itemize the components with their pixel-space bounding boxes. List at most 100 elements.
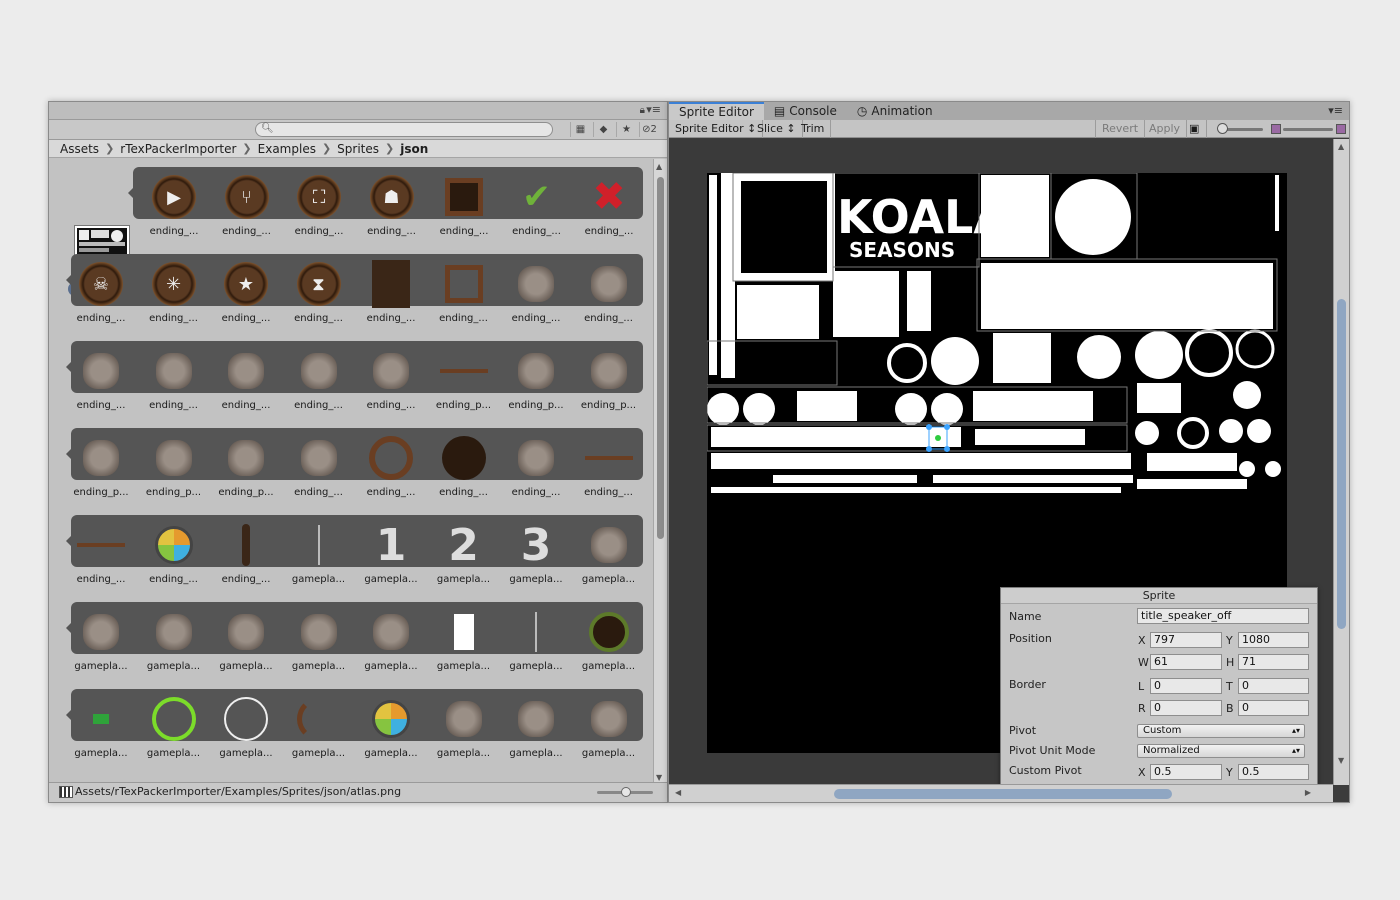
row-expand-icon[interactable] [128, 187, 134, 199]
asset-item[interactable]: ✔ ending_... [502, 169, 572, 257]
asset-item[interactable]: gamepla... [356, 691, 426, 779]
asset-item[interactable]: ending_p... [211, 430, 281, 518]
asset-item[interactable]: ending_... [66, 343, 136, 431]
asset-item[interactable]: gamepla... [429, 691, 499, 779]
asset-item[interactable]: gamepla... [139, 691, 209, 779]
breadcrumb-item-current[interactable]: json [400, 142, 428, 156]
filter-by-type-icon[interactable]: ▦ [570, 122, 590, 137]
scroll-right-icon[interactable]: ▶ [1305, 788, 1311, 797]
border-bottom-field[interactable]: 0 [1238, 700, 1309, 716]
asset-item[interactable]: ending_p... [501, 343, 571, 431]
tab-console[interactable]: ▤ Console [764, 102, 847, 120]
asset-item[interactable]: gamepla... [356, 604, 426, 692]
sprite-name-field[interactable]: title_speaker_off [1137, 608, 1309, 624]
asset-item[interactable]: ▶ ending_... [139, 169, 209, 257]
window-menu-icon[interactable]: ▾≡ [1328, 104, 1343, 117]
editor-vertical-scrollbar[interactable]: ▲ ▼ [1333, 139, 1349, 785]
asset-item[interactable]: ⛶ ending_... [284, 169, 354, 257]
position-x-field[interactable]: 797 [1150, 632, 1222, 648]
asset-item[interactable]: ending_... [66, 517, 136, 605]
asset-item[interactable]: gamepla... [66, 604, 136, 692]
mode-dropdown[interactable]: Sprite Editor ↕ [669, 120, 764, 138]
asset-item[interactable]: gamepla... [501, 604, 571, 692]
scrollbar-thumb[interactable] [657, 177, 664, 539]
height-field[interactable]: 71 [1238, 654, 1309, 670]
asset-item[interactable]: ending_... [211, 517, 281, 605]
asset-item[interactable]: 2 gamepla... [429, 517, 499, 605]
project-vertical-scrollbar[interactable]: ▲ ▼ [653, 159, 667, 784]
asset-item[interactable]: ending_... [501, 430, 571, 518]
asset-item[interactable]: 1 gamepla... [356, 517, 426, 605]
alpha-toggle-button[interactable]: ▣ [1183, 120, 1207, 138]
asset-item[interactable]: ending_... [356, 256, 426, 344]
revert-button[interactable]: Revert [1095, 120, 1146, 138]
favorite-star-icon[interactable]: ★ [616, 122, 636, 137]
asset-item[interactable]: gamepla... [574, 517, 644, 605]
asset-item[interactable]: gamepla... [574, 691, 644, 779]
asset-item[interactable]: gamepla... [429, 604, 499, 692]
icon-size-slider-knob[interactable] [621, 787, 631, 797]
editor-horizontal-scrollbar[interactable]: ◀ ▶ [669, 784, 1333, 802]
asset-item[interactable]: ending_... [284, 343, 354, 431]
asset-item[interactable]: ⑂ ending_... [212, 169, 282, 257]
asset-item[interactable]: ending_... [356, 430, 426, 518]
asset-item[interactable]: ending_p... [66, 430, 136, 518]
asset-item[interactable]: gamepla... [284, 604, 354, 692]
asset-item[interactable]: ending_... [356, 343, 426, 431]
asset-item[interactable]: ending_... [429, 256, 499, 344]
asset-item[interactable]: ending_... [429, 169, 499, 257]
asset-item[interactable]: ending_p... [574, 343, 644, 431]
border-right-field[interactable]: 0 [1150, 700, 1222, 716]
sprite-canvas-area[interactable]: KOALA SEASONS Sprite Name title_speaker_… [669, 139, 1333, 785]
lock-icon[interactable]: 🔒︎ [640, 105, 645, 116]
pivot-unit-mode-dropdown[interactable]: Normalized ▴▾ [1137, 744, 1305, 758]
asset-item[interactable]: ending_p... [429, 343, 499, 431]
breadcrumb-item[interactable]: rTexPackerImporter [120, 142, 236, 156]
scrollbar-thumb[interactable] [1337, 299, 1346, 629]
asset-item[interactable]: ending_p... [139, 430, 209, 518]
asset-item[interactable]: gamepla... [211, 691, 281, 779]
asset-item[interactable]: ending_... [211, 343, 281, 431]
search-input[interactable]: 🔍︎ [255, 122, 553, 137]
asset-item[interactable]: gamepla... [139, 604, 209, 692]
border-left-field[interactable]: 0 [1150, 678, 1222, 694]
breadcrumb-item[interactable]: Sprites [337, 142, 379, 156]
asset-item[interactable]: gamepla... [574, 604, 644, 692]
scroll-down-icon[interactable]: ▼ [656, 773, 662, 782]
width-field[interactable]: 61 [1150, 654, 1222, 670]
scroll-up-icon[interactable]: ▲ [1338, 142, 1344, 151]
asset-item[interactable]: ending_... [574, 256, 644, 344]
trim-button[interactable]: Trim [795, 120, 832, 138]
asset-item[interactable]: ✳ ending_... [139, 256, 209, 344]
asset-item[interactable]: ending_... [429, 430, 499, 518]
asset-item[interactable]: gamepla... [66, 691, 136, 779]
asset-item[interactable]: gamepla... [284, 517, 354, 605]
asset-item[interactable]: ending_... [284, 430, 354, 518]
breadcrumb-item[interactable]: Examples [258, 142, 316, 156]
border-top-field[interactable]: 0 [1238, 678, 1309, 694]
hidden-packages-button[interactable]: ⊘ 2 [639, 122, 659, 137]
asset-item[interactable]: gamepla... [284, 691, 354, 779]
asset-item[interactable]: ☠ ending_... [66, 256, 136, 344]
custom-pivot-y-field[interactable]: 0.5 [1238, 764, 1309, 780]
tab-sprite-editor[interactable]: Sprite Editor [669, 102, 764, 120]
tab-animation[interactable]: ◷ Animation [847, 102, 943, 120]
window-menu-icon[interactable]: ▾≡ [646, 103, 661, 116]
zoom-slider-knob[interactable] [1217, 123, 1228, 134]
asset-item[interactable]: ☗ ending_... [357, 169, 427, 257]
breadcrumb-item[interactable]: Assets [60, 142, 99, 156]
scrollbar-thumb[interactable] [834, 789, 1172, 799]
scroll-up-icon[interactable]: ▲ [656, 162, 662, 171]
asset-item[interactable]: ✖ ending_... [574, 169, 644, 257]
filter-by-label-icon[interactable]: ◆ [593, 122, 613, 137]
asset-item[interactable]: ending_... [501, 256, 571, 344]
asset-item[interactable]: ending_... [574, 430, 644, 518]
asset-item[interactable]: ending_... [139, 517, 209, 605]
pivot-dropdown[interactable]: Custom ▴▾ [1137, 724, 1305, 738]
asset-item[interactable]: 3 gamepla... [501, 517, 571, 605]
custom-pivot-x-field[interactable]: 0.5 [1150, 764, 1222, 780]
scroll-down-icon[interactable]: ▼ [1338, 756, 1344, 765]
apply-button[interactable]: Apply [1143, 120, 1188, 138]
asset-item[interactable]: ending_... [139, 343, 209, 431]
scroll-left-icon[interactable]: ◀ [675, 788, 681, 797]
